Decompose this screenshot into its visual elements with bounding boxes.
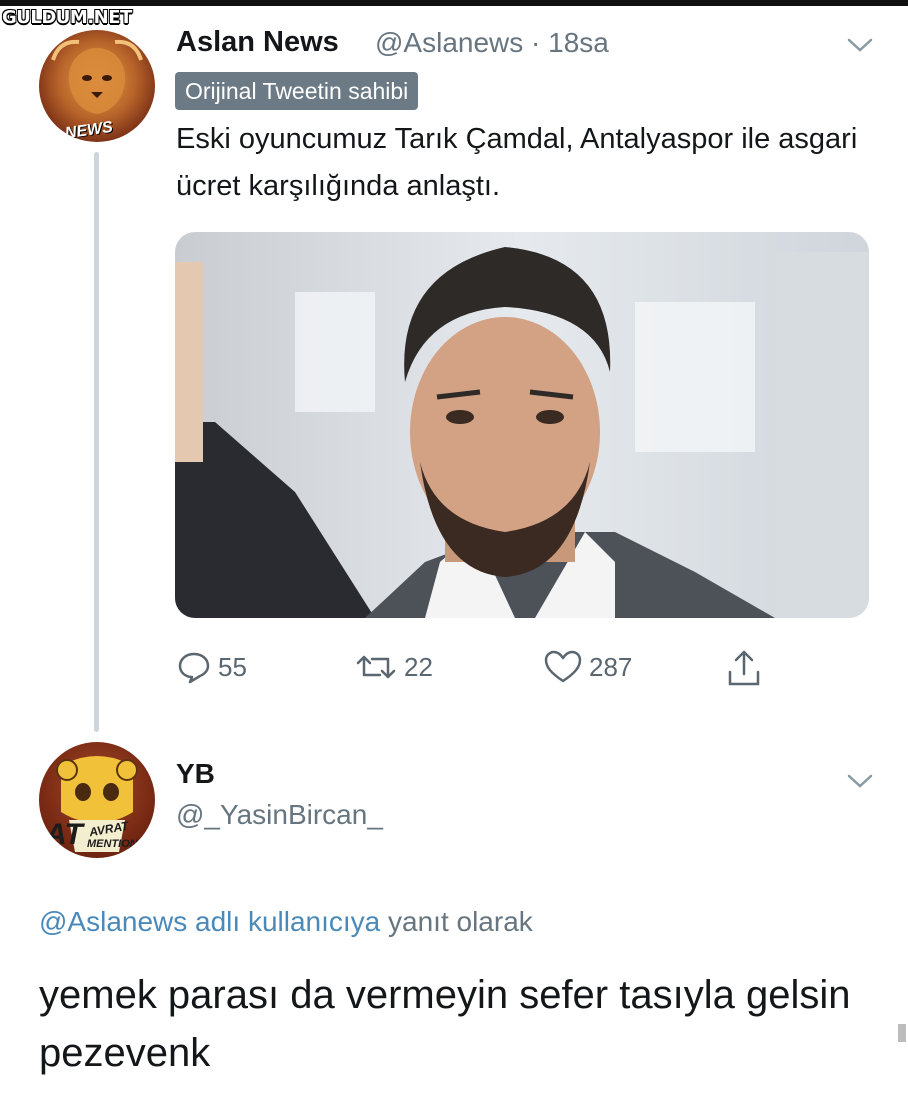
avatar-mention-label: MENTION [87, 838, 138, 850]
like-action[interactable]: 287 [543, 647, 632, 687]
tweet-photo[interactable] [175, 232, 869, 618]
retweet-icon [356, 655, 396, 679]
thread-connector [94, 152, 99, 732]
share-icon[interactable] [724, 648, 764, 688]
site-watermark: GULDUM.NET [2, 7, 132, 28]
chevron-down-icon[interactable] [846, 36, 874, 54]
retweet-count: 22 [404, 651, 433, 682]
tweet-image [175, 232, 869, 618]
reply-text: yemek parası da vermeyin sefer tasıyla g… [39, 973, 851, 1075]
reply-bubble-icon [178, 652, 210, 684]
original-tweet-owner-badge: Orijinal Tweetin sahibi [175, 72, 419, 110]
reply-handle: @_YasinBircan_ [176, 799, 383, 830]
tweet-handle-time: @Aslanews · 18sa [375, 27, 609, 58]
retweet-action[interactable]: 22 [354, 647, 433, 687]
reply-to-suffix: yanıt olarak [388, 906, 533, 937]
heart-icon [544, 650, 582, 683]
reply-author-name[interactable]: YB [176, 758, 215, 790]
yb-avatar[interactable]: AT AVRAT MENTION [39, 742, 155, 858]
reply-count: 55 [218, 651, 247, 682]
avatar-at-label: AT [45, 818, 83, 851]
scrollbar-thumb[interactable] [898, 1024, 906, 1042]
tweet-text: Eski oyuncumuz Tarık Çamdal, Antalyaspor… [176, 123, 858, 202]
chevron-down-icon[interactable] [846, 772, 874, 790]
reply-action[interactable]: 55 [176, 647, 247, 687]
tweet-author-name[interactable]: Aslan News [176, 26, 339, 59]
aslan-news-avatar[interactable]: NEWS [39, 30, 155, 142]
reply-to-mention-link[interactable]: @Aslanews adlı kullanıcıya [39, 906, 380, 937]
replying-to-line: @Aslanews adlı kullanıcıya yanıt olarak [39, 906, 533, 938]
like-count: 287 [589, 651, 633, 682]
top-border [0, 0, 908, 6]
